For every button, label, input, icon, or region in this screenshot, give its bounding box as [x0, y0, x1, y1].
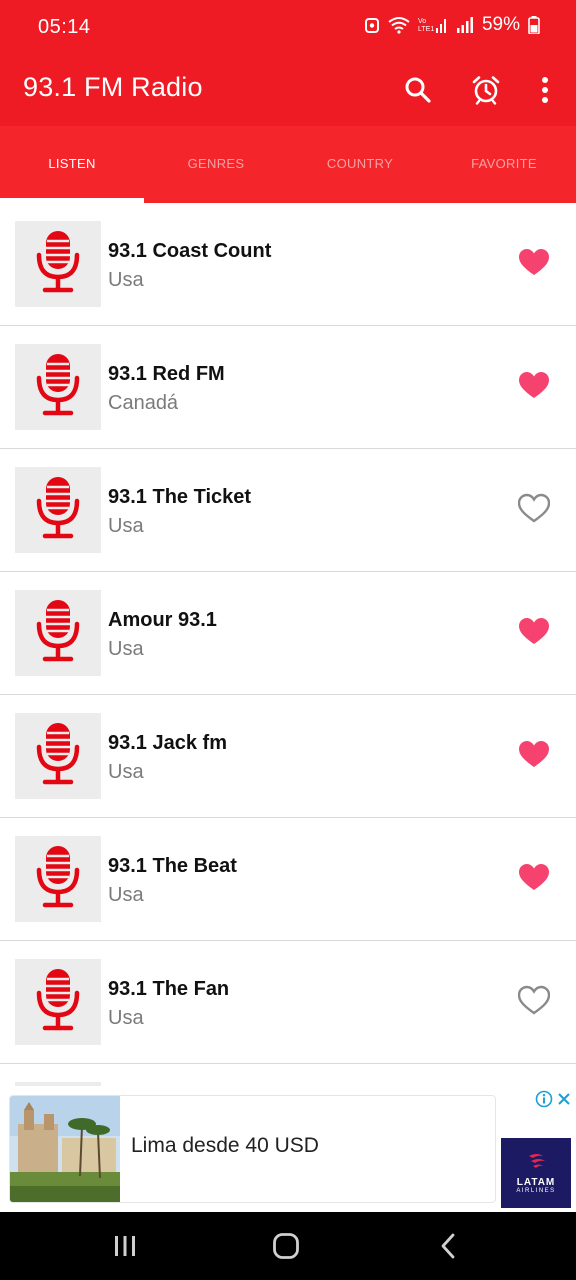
station-country: Usa	[108, 884, 144, 906]
ad-headline[interactable]: Lima desde 40 USD	[131, 1134, 319, 1158]
heart-outline-icon[interactable]	[517, 493, 551, 525]
station-row[interactable]: 93.1 Coast Count Usa	[0, 203, 576, 326]
microphone-icon	[35, 721, 81, 792]
microphone-icon	[35, 229, 81, 300]
alarm-clock-icon[interactable]	[466, 70, 506, 110]
heart-filled-icon[interactable]	[518, 370, 550, 402]
tab-bar: LISTEN GENRES COUNTRY FAVORITE	[0, 126, 576, 203]
station-name: 93.1 Red FM	[108, 363, 225, 385]
tab-listen[interactable]: LISTEN	[0, 126, 144, 203]
tab-genres[interactable]: GENRES	[144, 126, 288, 203]
station-thumbnail	[15, 959, 101, 1045]
station-name: Amour 93.1	[108, 609, 217, 631]
cell-signal-icon	[456, 16, 474, 34]
station-name: 93.1 Jack fm	[108, 732, 227, 754]
app-bar: 93.1 FM Radio	[0, 58, 576, 126]
microphone-icon	[35, 598, 81, 669]
status-bar: 05:14 Vo LTE1 59%	[0, 0, 576, 58]
svg-text:Vo: Vo	[418, 18, 426, 25]
station-thumbnail	[15, 344, 101, 430]
volte-signal-icon: Vo LTE1	[418, 16, 448, 34]
ad-card[interactable]: Lima desde 40 USD	[9, 1095, 496, 1203]
heart-filled-icon[interactable]	[518, 862, 550, 894]
microphone-icon	[35, 475, 81, 546]
ad-image	[10, 1096, 120, 1202]
battery-icon	[528, 16, 540, 34]
station-country: Usa	[108, 515, 144, 537]
station-thumbnail	[15, 590, 101, 676]
station-country: Usa	[108, 1007, 144, 1029]
ad-brand-logo[interactable]: LATAM AIRLINES	[501, 1138, 571, 1208]
station-row[interactable]: 93.1 Jack fm Usa	[0, 695, 576, 818]
back-icon[interactable]	[430, 1229, 466, 1263]
tab-country[interactable]: COUNTRY	[288, 126, 432, 203]
recent-apps-icon[interactable]	[107, 1229, 143, 1263]
app-title: 93.1 FM Radio	[23, 72, 203, 102]
microphone-icon	[35, 352, 81, 423]
latam-logo-icon	[529, 1154, 545, 1168]
wifi-icon	[388, 16, 410, 34]
station-thumbnail	[15, 713, 101, 799]
station-list: 93.1 Coast Count Usa 93.1 Red FM Canadá 93.1…	[0, 203, 576, 1086]
station-row[interactable]: 93.1 The Beat Usa	[0, 818, 576, 941]
station-thumbnail	[15, 836, 101, 922]
search-icon[interactable]	[398, 70, 438, 110]
station-row[interactable]: Amour 93.1 Usa	[0, 572, 576, 695]
ad-banner[interactable]: Lima desde 40 USD LATAM AIRLINES	[0, 1086, 576, 1212]
station-name: 93.1 The Ticket	[108, 486, 252, 508]
station-name: 93.1 The Beat	[108, 855, 237, 877]
microphone-icon	[35, 844, 81, 915]
status-time: 05:14	[38, 16, 91, 38]
svg-text:LTE1: LTE1	[418, 26, 434, 33]
station-row[interactable]: 93.1 The Ticket Usa	[0, 449, 576, 572]
station-row[interactable]: 93.1 Red FM Canadá	[0, 326, 576, 449]
ad-close-icon[interactable]	[557, 1092, 571, 1111]
ad-choices[interactable]	[535, 1090, 571, 1113]
station-country: Usa	[108, 269, 144, 291]
station-thumbnail	[15, 467, 101, 553]
microphone-icon	[35, 967, 81, 1038]
station-row[interactable]: 93.1 The Fan Usa	[0, 941, 576, 1064]
station-row-partial	[0, 1064, 576, 1086]
more-options-icon[interactable]	[525, 70, 565, 110]
station-thumbnail	[15, 221, 101, 307]
heart-filled-icon[interactable]	[518, 616, 550, 648]
status-icons: Vo LTE1 59%	[364, 14, 540, 36]
station-country: Usa	[108, 638, 144, 660]
heart-filled-icon[interactable]	[518, 247, 550, 279]
system-nav-bar	[0, 1212, 576, 1280]
notification-icon	[364, 16, 380, 34]
station-name: 93.1 Coast Count	[108, 240, 272, 262]
station-country: Canadá	[108, 392, 179, 414]
station-name: 93.1 The Fan	[108, 978, 230, 1000]
ad-brand-sub: AIRLINES	[516, 1188, 556, 1194]
heart-filled-icon[interactable]	[518, 739, 550, 771]
heart-outline-icon[interactable]	[517, 985, 551, 1017]
battery-percent: 59%	[481, 14, 520, 35]
ad-info-icon[interactable]	[535, 1090, 553, 1113]
tab-favorite[interactable]: FAVORITE	[432, 126, 576, 203]
station-country: Usa	[108, 761, 144, 783]
home-icon[interactable]	[268, 1229, 304, 1263]
ad-brand-name: LATAM	[516, 1177, 556, 1188]
